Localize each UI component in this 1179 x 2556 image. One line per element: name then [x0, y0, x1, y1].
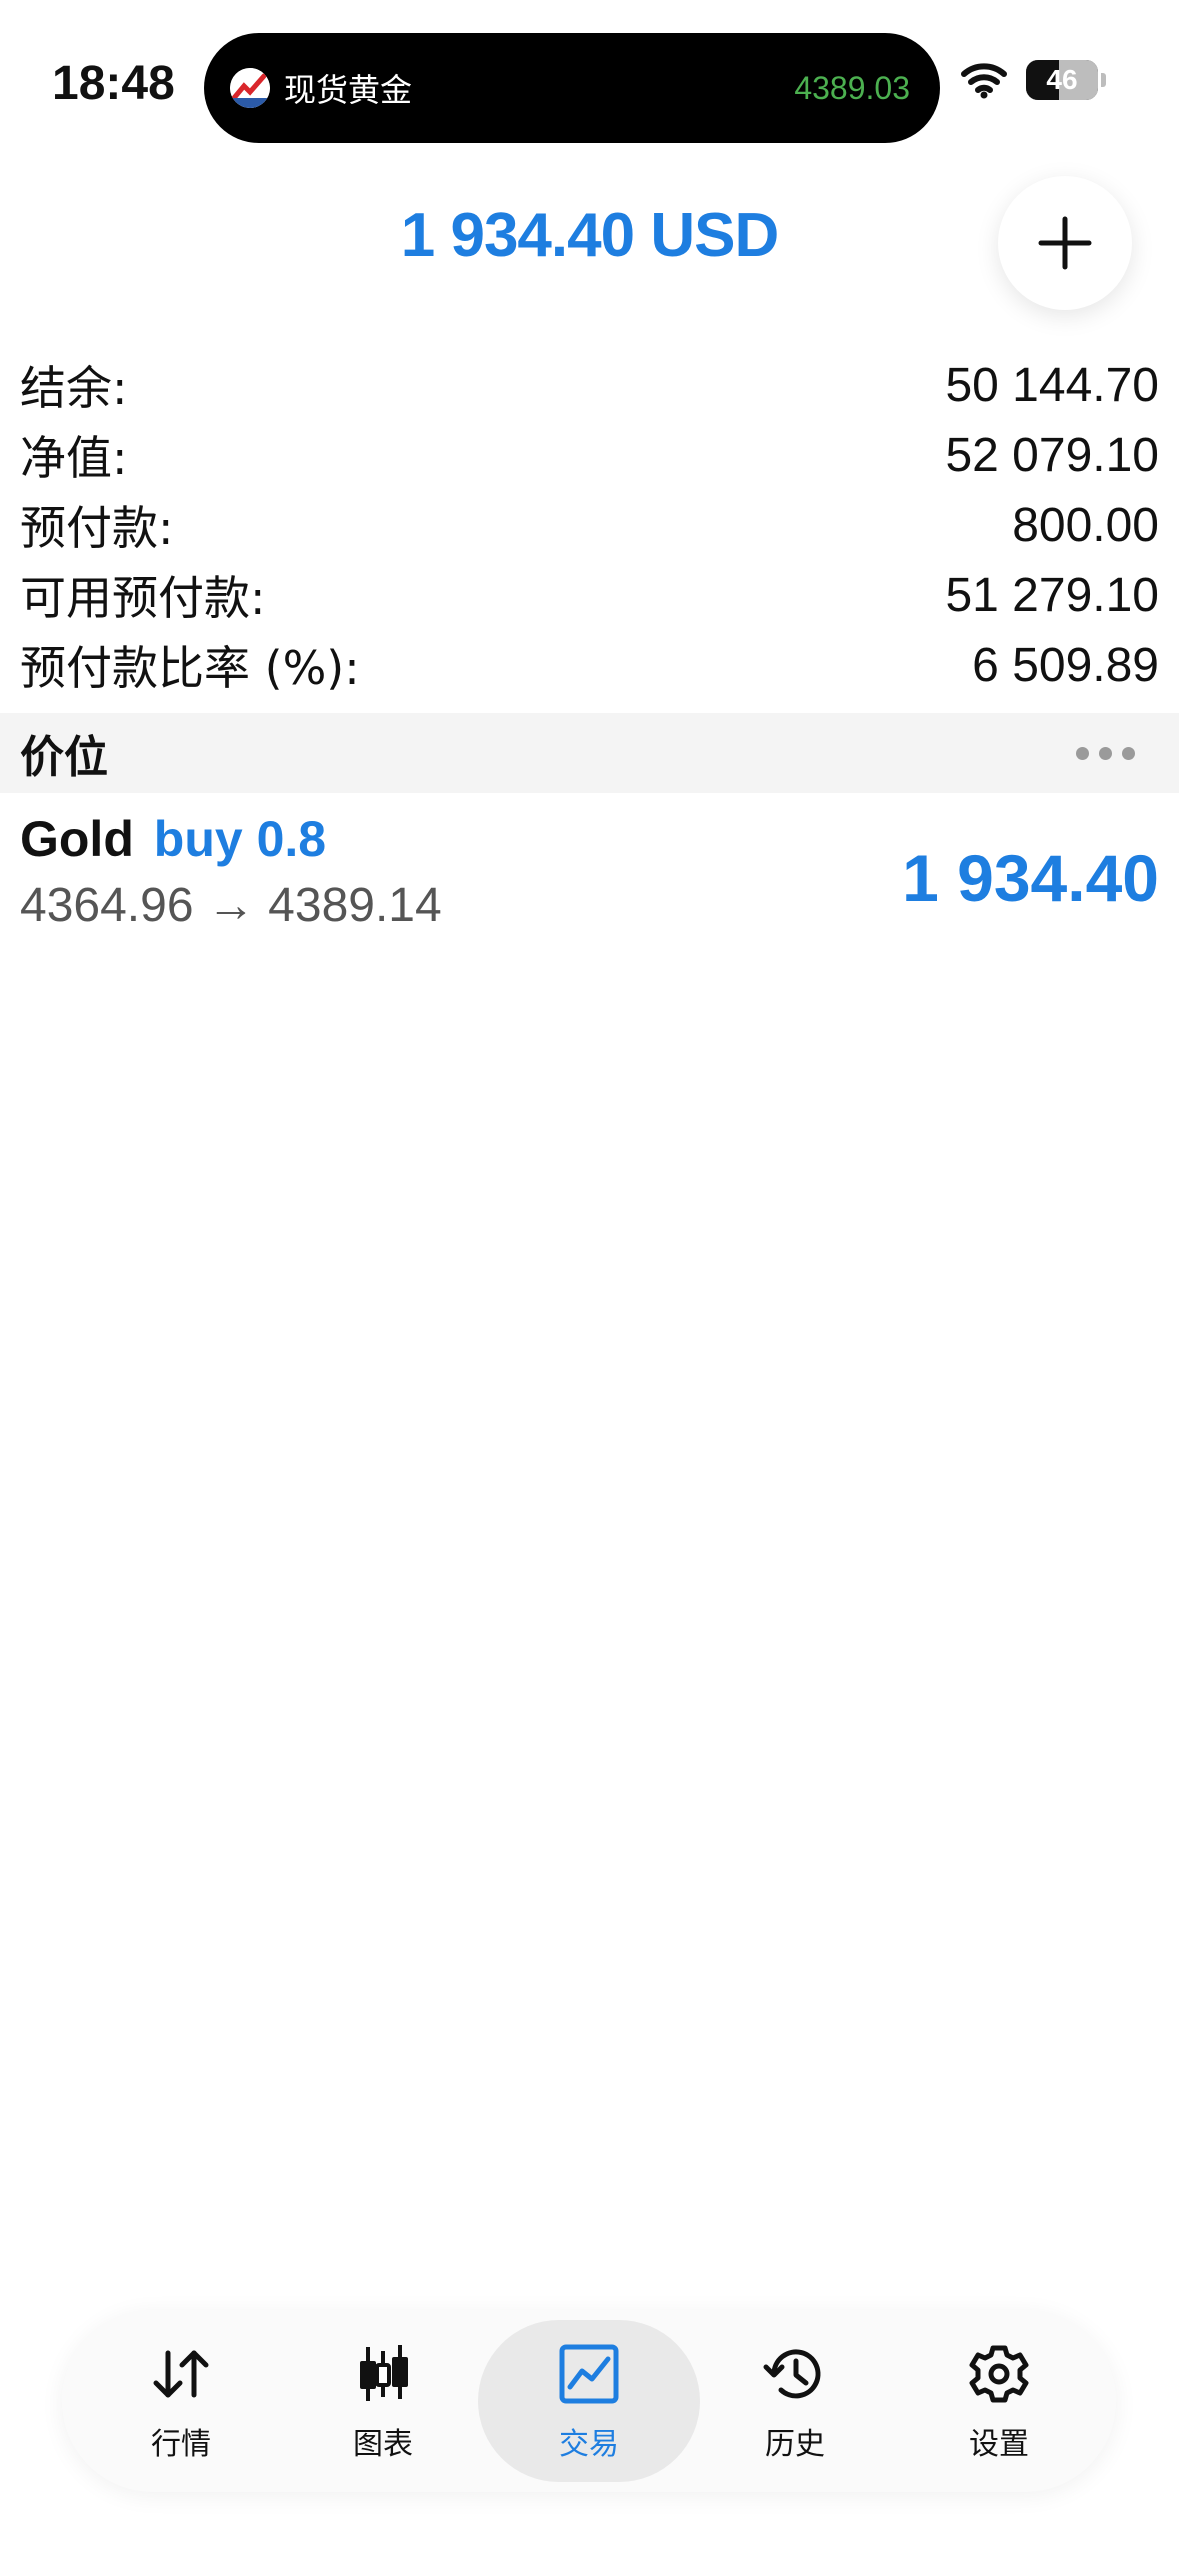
gear-icon	[969, 2345, 1029, 2403]
position-type: buy 0.8	[153, 811, 327, 867]
tab-history-label: 历史	[765, 2427, 825, 2462]
account-summary: 结余: 50 144.70 净值: 52 079.10 预付款: 800.00 …	[0, 350, 1179, 700]
margin-level-label: 预付款比率 (%):	[20, 641, 360, 695]
bottom-tab-bar: 行情 图表 交易 历史 设置	[62, 2310, 1116, 2492]
status-time: 18:48	[52, 57, 175, 110]
positions-section-title: 价位	[20, 732, 108, 783]
tab-quotes[interactable]: 行情	[70, 2320, 292, 2482]
tab-trade-label: 交易	[559, 2427, 619, 2462]
battery-icon: 46	[1026, 60, 1098, 100]
margin-row: 预付款: 800.00	[0, 490, 1179, 560]
tab-chart[interactable]: 图表	[272, 2320, 494, 2482]
island-price: 4389.03	[794, 69, 910, 106]
trade-chart-icon	[559, 2344, 619, 2404]
candlestick-icon	[360, 2345, 408, 2401]
new-order-button[interactable]	[998, 176, 1132, 310]
margin-value: 800.00	[1012, 498, 1159, 552]
position-profit: 1 934.40	[902, 841, 1159, 915]
equity-value: 52 079.10	[945, 428, 1159, 482]
battery-level: 46	[1046, 64, 1078, 95]
balance-row: 结余: 50 144.70	[0, 350, 1179, 420]
wifi-icon	[961, 63, 1007, 99]
tab-history[interactable]: 历史	[684, 2320, 906, 2482]
equity-label: 净值:	[20, 431, 128, 485]
equity-row: 净值: 52 079.10	[0, 420, 1179, 490]
margin-level-row: 预付款比率 (%): 6 509.89	[0, 630, 1179, 700]
tab-settings-label: 设置	[969, 2427, 1029, 2462]
more-icon[interactable]	[1076, 746, 1135, 760]
trade-screen: 18:48 现货黄金 4389.03 46 1 934.40 USD 结余: 5…	[0, 0, 1179, 2556]
tab-trade[interactable]: 交易	[478, 2320, 700, 2482]
margin-label: 预付款:	[20, 501, 174, 555]
tab-settings[interactable]: 设置	[888, 2320, 1110, 2482]
position-row[interactable]: Gold buy 0.8 4364.96 → 4389.14 1 934.40	[0, 810, 1179, 960]
margin-level-value: 6 509.89	[972, 638, 1159, 692]
free-margin-value: 51 279.10	[945, 568, 1159, 622]
free-margin-label: 可用预付款:	[20, 571, 266, 625]
positions-section-header: 价位	[0, 713, 1179, 793]
island-symbol-title: 现货黄金	[284, 71, 413, 109]
status-indicators: 46	[960, 60, 1106, 100]
balance-value: 50 144.70	[945, 358, 1159, 412]
position-symbol: Gold	[20, 811, 134, 867]
dynamic-island-ticker[interactable]: 现货黄金 4389.03	[204, 33, 940, 143]
tab-quotes-label: 行情	[151, 2427, 211, 2462]
history-clock-icon	[763, 2349, 821, 2399]
plus-icon	[1038, 216, 1092, 270]
app-logo-icon	[230, 68, 270, 108]
quotes-arrows-icon	[153, 2350, 209, 2398]
tab-chart-label: 图表	[353, 2427, 413, 2462]
balance-label: 结余:	[20, 361, 128, 415]
free-margin-row: 可用预付款: 51 279.10	[0, 560, 1179, 630]
